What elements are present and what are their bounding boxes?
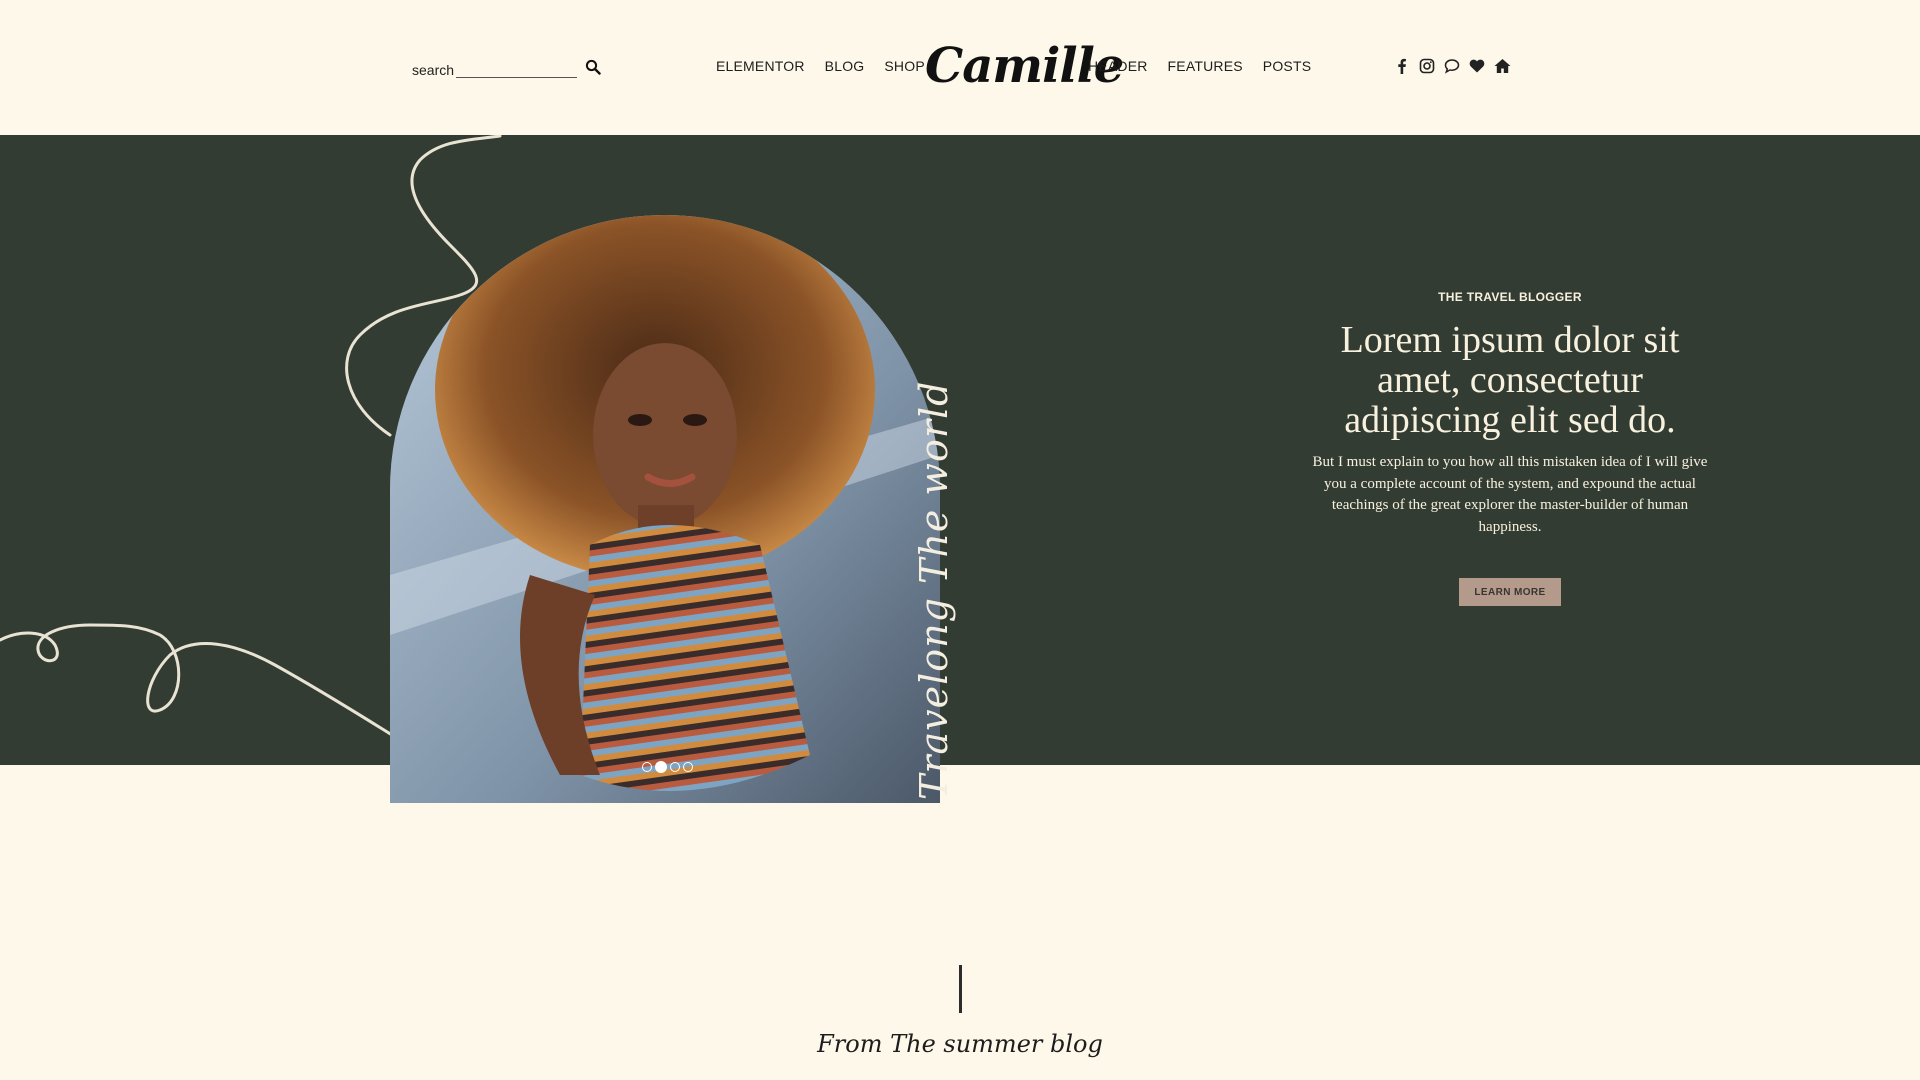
slider-dot[interactable] (683, 762, 693, 772)
social-links (1394, 58, 1511, 74)
image-script-caption: Travelong The world (912, 380, 956, 800)
hero-headline: Lorem ipsum dolor sit amet, consectetur … (1340, 319, 1680, 441)
search-field: search (412, 58, 578, 78)
hero-image (390, 215, 940, 803)
page: search ELEMENTOR BLOG SHOP Camille HEADE… (0, 0, 1920, 1080)
heart-icon[interactable] (1469, 58, 1485, 74)
slider-dot[interactable] (642, 762, 652, 772)
nav-header[interactable]: HEADER (1088, 58, 1148, 74)
main-nav-right: HEADER FEATURES POSTS (1088, 58, 1331, 74)
chat-icon[interactable] (1444, 58, 1460, 74)
main-nav-left: ELEMENTOR BLOG SHOP (716, 58, 945, 74)
slider-dots (642, 761, 693, 773)
site-logo[interactable]: Camille (925, 36, 1124, 96)
learn-more-button[interactable]: LEARN MORE (1459, 578, 1561, 606)
facebook-icon[interactable] (1394, 58, 1410, 74)
site-header: search ELEMENTOR BLOG SHOP Camille HEADE… (0, 0, 1920, 135)
nav-posts[interactable]: POSTS (1263, 58, 1311, 74)
section-script-title: From The summer blog (817, 1030, 1103, 1058)
hero-content: THE TRAVEL BLOGGER Lorem ipsum dolor sit… (1300, 290, 1720, 606)
hero-eyebrow: THE TRAVEL BLOGGER (1438, 290, 1582, 304)
slider-dot[interactable] (670, 762, 680, 772)
portrait-photo (390, 215, 940, 803)
nav-shop[interactable]: SHOP (884, 58, 924, 74)
search-label: search (412, 62, 455, 78)
nav-features[interactable]: FEATURES (1168, 58, 1243, 74)
hero-body: But I must explain to you how all this m… (1312, 454, 1708, 535)
section-divider (959, 965, 962, 1013)
nav-blog[interactable]: BLOG (825, 58, 865, 74)
slider-dot-active[interactable] (655, 761, 667, 773)
nav-elementor[interactable]: ELEMENTOR (716, 58, 805, 74)
search-input[interactable] (456, 58, 578, 78)
instagram-icon[interactable] (1419, 58, 1435, 74)
home-icon[interactable] (1494, 58, 1511, 74)
search-icon[interactable] (585, 59, 603, 77)
